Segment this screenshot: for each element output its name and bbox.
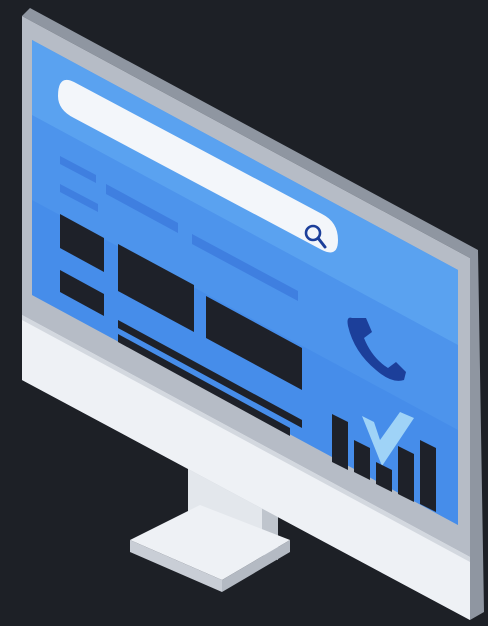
monitor-svg (22, 8, 484, 620)
bar (420, 440, 436, 512)
monitor-illustration (0, 0, 488, 626)
bar (398, 446, 414, 502)
bar (332, 414, 348, 470)
